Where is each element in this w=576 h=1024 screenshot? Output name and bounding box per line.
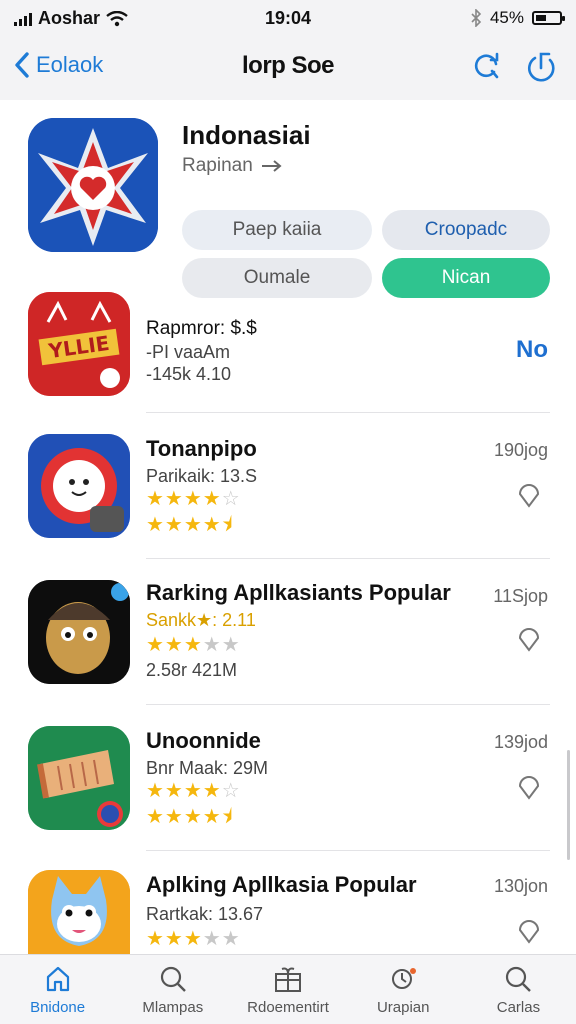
gift-icon xyxy=(275,967,301,992)
featured-app-icon[interactable] xyxy=(28,118,158,252)
app-icon xyxy=(28,580,130,684)
divider xyxy=(146,850,550,851)
scroll-icon xyxy=(28,726,130,830)
mascot-icon xyxy=(28,434,130,538)
app-size: 11Sjop xyxy=(493,586,548,606)
battery-icon xyxy=(532,11,565,25)
app-store-screen: Aoshar 19:04 45% Eolaok lorp Soe Indonas… xyxy=(0,0,576,1024)
cat-icon xyxy=(28,870,130,954)
category-pill-active[interactable]: Nican xyxy=(382,258,550,298)
battery-percent: 45% xyxy=(489,8,524,27)
app-meta: Parikaik: 13.S xyxy=(146,466,258,486)
tab-recommend[interactable]: Rdoementirt xyxy=(230,955,345,1024)
favorite-icon[interactable] xyxy=(516,772,542,800)
category-pill-3[interactable]: Oumale xyxy=(182,258,372,298)
rating-stars: ★★★★☆ xyxy=(146,488,241,510)
app-icon: YLLIE xyxy=(28,292,130,396)
get-button[interactable]: No xyxy=(516,336,548,364)
favorite-icon[interactable] xyxy=(516,916,542,944)
scrollbar[interactable] xyxy=(567,750,570,860)
app-icon xyxy=(28,434,130,538)
character-icon xyxy=(28,580,130,684)
app-name: Rapmror: $.$ xyxy=(146,318,257,339)
category-pill-1[interactable]: Paep kaiia xyxy=(182,210,372,250)
app-size: 139jod xyxy=(493,732,548,752)
app-size: 190jog xyxy=(493,440,548,460)
tab-search[interactable]: Carlas xyxy=(461,955,576,1024)
featured-subtitle-text: Rapinan xyxy=(182,155,253,176)
rating-stars-2: ★★★★⯨ xyxy=(146,514,234,536)
divider xyxy=(146,412,550,413)
tab-explore-label: Mlampas xyxy=(142,999,204,1016)
app-meta-2: -145k 4.10 xyxy=(146,364,232,384)
search-icon xyxy=(506,966,532,992)
game-logo-icon: YLLIE xyxy=(28,292,130,396)
app-name: Rarking Apllkasiants Popular xyxy=(146,580,451,605)
home-icon xyxy=(46,966,69,992)
status-bar: Aoshar 19:04 45% xyxy=(0,0,576,36)
tab-explore[interactable]: Mlampas xyxy=(115,955,230,1024)
app-meta: Bnr Maak: 29M xyxy=(146,758,269,778)
app-meta: -PI vaaAm xyxy=(146,342,231,362)
refresh-icon[interactable] xyxy=(470,50,502,82)
favorite-icon[interactable] xyxy=(516,480,542,508)
arrow-right-icon xyxy=(261,160,282,172)
app-meta: Rartkak: 13.67 xyxy=(146,904,264,924)
divider xyxy=(146,704,550,705)
app-meta: Sankk★: 2.11 xyxy=(146,610,256,630)
app-icon xyxy=(28,726,130,830)
app-name: Unoonnide xyxy=(146,728,261,753)
navigation-bar: Eolaok lorp Soe xyxy=(0,36,576,100)
star-heart-icon xyxy=(28,118,158,252)
app-meta-2: 2.58r 421M xyxy=(146,660,238,680)
app-name: Aplking Apllkasia Popular xyxy=(146,872,417,897)
tab-search-label: Carlas xyxy=(496,999,541,1016)
divider xyxy=(146,558,550,559)
rating-stars: ★★★★★ xyxy=(146,634,241,656)
featured-app-name: Indonasiai xyxy=(182,120,311,150)
app-size: 130jon xyxy=(493,876,548,896)
rating-stars: ★★★★★ xyxy=(146,928,241,950)
tab-home[interactable]: Bnidone xyxy=(0,955,115,1024)
featured-app-subtitle[interactable]: Rapinan xyxy=(182,155,283,177)
tab-bar: Bnidone Mlampas Rdoementirt Urapian Carl… xyxy=(0,954,576,1024)
notification-icon xyxy=(392,968,417,989)
app-name: Tonanpipo xyxy=(146,436,257,461)
category-pill-2[interactable]: Croopadc xyxy=(382,210,550,250)
tab-home-label: Bnidone xyxy=(30,999,86,1016)
tab-recommend-label: Rdoementirt xyxy=(247,999,329,1016)
rating-stars-2: ★★★★⯨ xyxy=(146,806,234,828)
share-icon[interactable] xyxy=(524,50,556,82)
tab-updates[interactable]: Urapian xyxy=(346,955,461,1024)
rating-stars: ★★★★☆ xyxy=(146,780,241,802)
tab-updates-label: Urapian xyxy=(376,999,430,1016)
search-icon xyxy=(160,966,186,992)
favorite-icon[interactable] xyxy=(516,624,542,652)
bluetooth-icon xyxy=(471,9,482,27)
app-icon xyxy=(28,870,130,954)
